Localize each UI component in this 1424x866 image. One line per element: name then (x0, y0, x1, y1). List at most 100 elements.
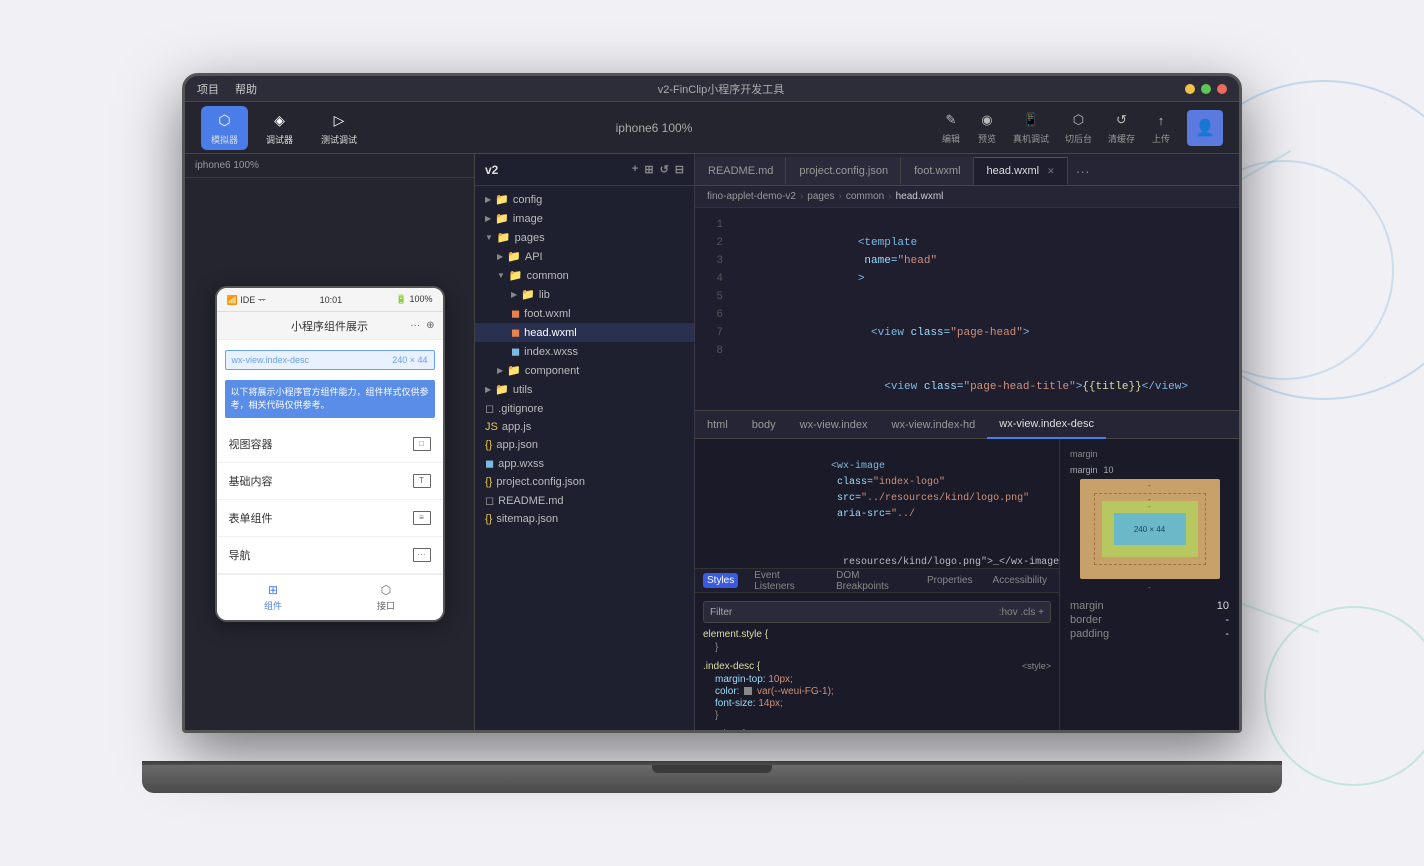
tree-item-index-wxss[interactable]: ◼ index.wxss (475, 342, 694, 361)
tree-item-config[interactable]: ▶ 📁 config (475, 190, 694, 209)
nav-item-interface[interactable]: ⬡ 接口 (330, 575, 443, 620)
bm-margin-top-val: - (1148, 481, 1151, 490)
menu-item-project[interactable]: 项目 (197, 81, 219, 97)
tab-project-config[interactable]: project.config.json (786, 157, 901, 185)
code-content[interactable]: <template name="head" > <view class="pag… (731, 208, 1239, 410)
phone-status-left: 📶 IDE ᅲ (227, 293, 267, 306)
edit-icon: ✎ (941, 110, 961, 130)
styles-selector-wx-view: wx-view { localfile:/_index.css:2 (703, 729, 1051, 730)
edit-label: 编辑 (942, 132, 960, 145)
real-debug-action[interactable]: 📱 真机调试 (1013, 110, 1049, 145)
tree-item-app-js[interactable]: JS app.js (475, 418, 694, 436)
tree-item-utils[interactable]: ▶ 📁 utils (475, 380, 694, 399)
tab-head-wxml[interactable]: head.wxml ✕ (974, 157, 1068, 185)
breadcrumb-item-0[interactable]: fino-applet-demo-v2 (707, 191, 796, 202)
subtab-event-listeners[interactable]: Event Listeners (750, 568, 820, 594)
phone-status-bar: 📶 IDE ᅲ 10:01 🔋 100% (217, 288, 443, 312)
tree-item-sitemap[interactable]: {} sitemap.json (475, 510, 694, 528)
menu-item-help[interactable]: 帮助 (235, 81, 257, 97)
devtools-tab-wx-view-index-hd[interactable]: wx-view.index-hd (880, 411, 988, 439)
subtab-properties[interactable]: Properties (923, 573, 977, 588)
refresh-icon[interactable]: ↺ (660, 163, 669, 176)
cut-backend-label: 切后台 (1065, 132, 1092, 145)
phone-close-icon[interactable]: ⊕ (426, 320, 434, 331)
breadcrumb-item-1[interactable]: pages (807, 191, 834, 202)
close-button[interactable] (1217, 84, 1227, 94)
file-icon-foot-wxml: ◼ (511, 307, 520, 320)
nav-item-component[interactable]: ⊞ 组件 (217, 575, 330, 620)
clear-cache-label: 清缓存 (1108, 132, 1135, 145)
tree-label-app-json: app.json (496, 439, 538, 451)
new-folder-icon[interactable]: ⊞ (644, 163, 653, 176)
cut-backend-action[interactable]: ⬡ 切后台 (1065, 110, 1092, 145)
tree-label-image: image (513, 213, 543, 225)
tree-item-api[interactable]: ▶ 📁 API (475, 247, 694, 266)
tree-label-common: common (527, 270, 569, 282)
phone-menu-item-4[interactable]: 导航 ··· (217, 537, 443, 574)
bm-padding-top-val: - (1148, 502, 1151, 511)
clear-cache-action[interactable]: ↺ 清缓存 (1108, 110, 1135, 145)
subtab-accessibility[interactable]: Accessibility (989, 573, 1051, 588)
upload-action[interactable]: ↑ 上传 (1151, 110, 1171, 145)
devtools-lower-content: <wx-image class="index-logo" src="../res… (695, 439, 1239, 730)
subtab-dom-breakpoints[interactable]: DOM Breakpoints (832, 568, 911, 594)
collapse-icon[interactable]: ⊟ (675, 163, 684, 176)
tree-arrow-pages: ▼ (485, 233, 493, 242)
devtools-tab-wx-view-index-desc[interactable]: wx-view.index-desc (987, 411, 1106, 439)
tree-item-pages[interactable]: ▼ 📁 pages (475, 228, 694, 247)
tree-item-component[interactable]: ▶ 📁 component (475, 361, 694, 380)
tree-label-foot-wxml: foot.wxml (524, 308, 570, 320)
maximize-button[interactable] (1201, 84, 1211, 94)
editor-tab-more[interactable]: ··· (1068, 157, 1098, 185)
debug-button[interactable]: ◈ 调试器 (256, 106, 303, 150)
tree-label-project-config: project.config.json (496, 476, 585, 488)
styles-rule-element: element.style { } (703, 629, 1051, 653)
tree-item-app-wxss[interactable]: ◼ app.wxss (475, 454, 694, 473)
styles-selector-index-desc: .index-desc { <style> (703, 661, 1051, 672)
selected-element-label: wx-view.index-desc (232, 355, 310, 365)
phone-menu-item-1[interactable]: 视图容器 □ (217, 426, 443, 463)
breadcrumb-item-2[interactable]: common (846, 191, 884, 202)
simulate-button[interactable]: ⬡ 模拟器 (201, 106, 248, 150)
tab-readme[interactable]: README.md (695, 157, 786, 185)
tree-item-app-json[interactable]: {} app.json (475, 436, 694, 454)
tree-item-lib[interactable]: ▶ 📁 lib (475, 285, 694, 304)
tab-foot-wxml[interactable]: foot.wxml (901, 157, 973, 185)
user-avatar[interactable]: 👤 (1187, 110, 1223, 146)
tree-item-project-config[interactable]: {} project.config.json (475, 473, 694, 491)
window-controls (1185, 84, 1227, 94)
styles-panel: Filter :hov .cls + element.style { (695, 593, 1059, 730)
phone-frame: 📶 IDE ᅲ 10:01 🔋 100% 小程序组件展示 ··· ⊕ (215, 286, 445, 621)
test-button[interactable]: ▷ 测试调试 (311, 106, 367, 150)
file-icon-app-js: JS (485, 421, 498, 433)
tree-item-foot-wxml[interactable]: ◼ foot.wxml (475, 304, 694, 323)
devtools-left: <wx-image class="index-logo" src="../res… (695, 439, 1059, 730)
edit-action[interactable]: ✎ 编辑 (941, 110, 961, 145)
devtools-tab-body[interactable]: body (740, 411, 788, 439)
new-file-icon[interactable]: + (632, 163, 638, 176)
devtools-tab-wx-view-index[interactable]: wx-view.index (788, 411, 880, 439)
file-icon-index-wxss: ◼ (511, 345, 520, 358)
tab-close-icon[interactable]: ✕ (1047, 166, 1055, 177)
styles-prop-font-size: font-size: 14px; (703, 698, 1051, 709)
minimize-button[interactable] (1185, 84, 1195, 94)
subtab-styles[interactable]: Styles (703, 573, 738, 588)
nav-label-component: 组件 (264, 599, 282, 612)
html-code-panel: <wx-image class="index-logo" src="../res… (695, 439, 1059, 568)
phone-highlighted-text: 以下将展示小程序官方组件能力，组件样式仅供参考，相关代码仅供参考。 (225, 380, 435, 417)
folder-icon-config: 📁 (495, 193, 509, 206)
devtools-tab-html[interactable]: html (695, 411, 740, 439)
file-tree-header-icons: + ⊞ ↺ ⊟ (632, 163, 684, 176)
tree-item-image[interactable]: ▶ 📁 image (475, 209, 694, 228)
tree-item-head-wxml[interactable]: ◼ head.wxml (475, 323, 694, 342)
styles-filter[interactable]: Filter :hov .cls + (703, 601, 1051, 623)
preview-action[interactable]: ◉ 预览 (977, 110, 997, 145)
styles-source-wx-view: localfile:/_index.css:2 (966, 729, 1051, 730)
phone-menu-item-2[interactable]: 基础内容 T (217, 463, 443, 500)
tree-item-common[interactable]: ▼ 📁 common (475, 266, 694, 285)
phone-menu-item-3[interactable]: 表单组件 ≡ (217, 500, 443, 537)
phone-more-icon[interactable]: ··· (410, 320, 420, 331)
ide-app: 项目 帮助 v2-FinClip小程序开发工具 ⬡ 模拟器 (185, 76, 1239, 730)
tree-item-readme[interactable]: ◻ README.md (475, 491, 694, 510)
tree-item-gitignore[interactable]: ◻ .gitignore (475, 399, 694, 418)
